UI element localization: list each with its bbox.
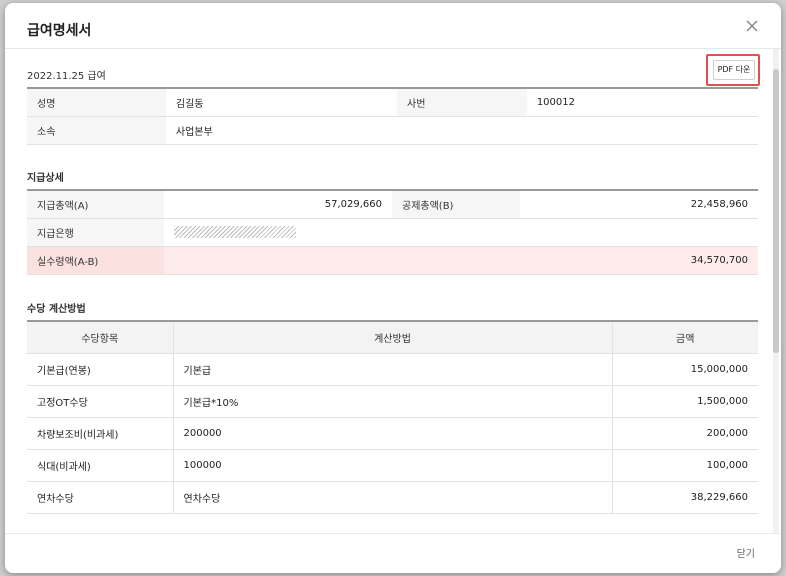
masked-bank-account (174, 226, 296, 238)
modal-body: 2022.11.25 급여 PDF 다운 성명 김길동 사번 100012 소속… (5, 49, 773, 533)
allowance-item: 고정OT수당 (27, 385, 174, 418)
allowance-method: 기본급 (173, 353, 613, 386)
total-deduction-value: 22,458,960 (520, 190, 758, 219)
allowance-item: 연차수당 (27, 481, 174, 514)
total-pay-label: 지급총액(A) (27, 190, 164, 219)
table-row: 실수령액(A-B) 34,570,700 (27, 246, 758, 275)
id-label: 사번 (397, 88, 527, 117)
payment-details-table: 지급총액(A) 57,029,660 공제총액(B) 22,458,960 지급… (27, 189, 758, 275)
allowance-calc-title: 수당 계산방법 (27, 304, 86, 315)
allowance-method: 기본급*10% (173, 385, 613, 418)
table-row: 소속 사업본부 (27, 116, 758, 145)
allowance-item: 식대(비과세) (27, 449, 174, 482)
close-icon[interactable] (745, 19, 759, 33)
table-row: 연차수당 연차수당 38,229,660 (27, 481, 758, 514)
table-row: 차량보조비(비과세) 200000 200,000 (27, 417, 758, 450)
name-value: 김길동 (165, 88, 398, 117)
table-row: 지급은행 (27, 218, 758, 247)
id-value: 100012 (526, 88, 758, 117)
allowance-method: 200000 (173, 417, 613, 450)
bank-label: 지급은행 (27, 218, 164, 247)
employee-info-table: 성명 김길동 사번 100012 소속 사업본부 (27, 87, 758, 145)
col-header-item: 수당항목 (27, 321, 174, 354)
net-pay-value: 34,570,700 (164, 246, 758, 275)
payslip-modal: 급여명세서 2022.11.25 급여 PDF 다운 성명 김길동 사번 100… (5, 3, 781, 573)
table-header-row: 수당항목 계산방법 금액 (27, 321, 758, 354)
allowance-item: 기본급(연봉) (27, 353, 174, 386)
modal-header: 급여명세서 (5, 3, 781, 49)
dept-label: 소속 (27, 116, 166, 145)
total-deduction-label: 공제총액(B) (392, 190, 520, 219)
allowance-calc-table: 수당항목 계산방법 금액 기본급(연봉) 기본급 15,000,000 고정OT… (27, 320, 758, 514)
pdf-download-button[interactable]: PDF 다운 (713, 60, 755, 80)
bank-value (164, 218, 758, 247)
col-header-amount: 금액 (612, 321, 758, 354)
allowance-amount: 15,000,000 (612, 353, 758, 386)
allowance-amount: 38,229,660 (612, 481, 758, 514)
table-row: 고정OT수당 기본급*10% 1,500,000 (27, 385, 758, 418)
table-row: 식대(비과세) 100000 100,000 (27, 449, 758, 482)
col-header-method: 계산방법 (173, 321, 613, 354)
pay-date: 2022.11.25 급여 (27, 71, 106, 82)
allowance-method: 연차수당 (173, 481, 613, 514)
table-row: 지급총액(A) 57,029,660 공제총액(B) 22,458,960 (27, 190, 758, 219)
allowance-item: 차량보조비(비과세) (27, 417, 174, 450)
table-row: 성명 김길동 사번 100012 (27, 88, 758, 117)
scrollbar-thumb[interactable] (773, 69, 779, 353)
total-pay-value: 57,029,660 (164, 190, 392, 219)
close-button[interactable]: 닫기 (737, 545, 755, 560)
vertical-scrollbar[interactable] (773, 49, 779, 533)
net-pay-label: 실수령액(A-B) (27, 246, 164, 275)
modal-title: 급여명세서 (27, 23, 92, 39)
modal-footer: 닫기 (5, 533, 781, 573)
table-row: 기본급(연봉) 기본급 15,000,000 (27, 353, 758, 386)
allowance-amount: 100,000 (612, 449, 758, 482)
allowance-amount: 200,000 (612, 417, 758, 450)
payment-details-title: 지급상세 (27, 173, 64, 184)
dept-value: 사업본부 (165, 116, 758, 145)
name-label: 성명 (27, 88, 166, 117)
allowance-method: 100000 (173, 449, 613, 482)
allowance-amount: 1,500,000 (612, 385, 758, 418)
